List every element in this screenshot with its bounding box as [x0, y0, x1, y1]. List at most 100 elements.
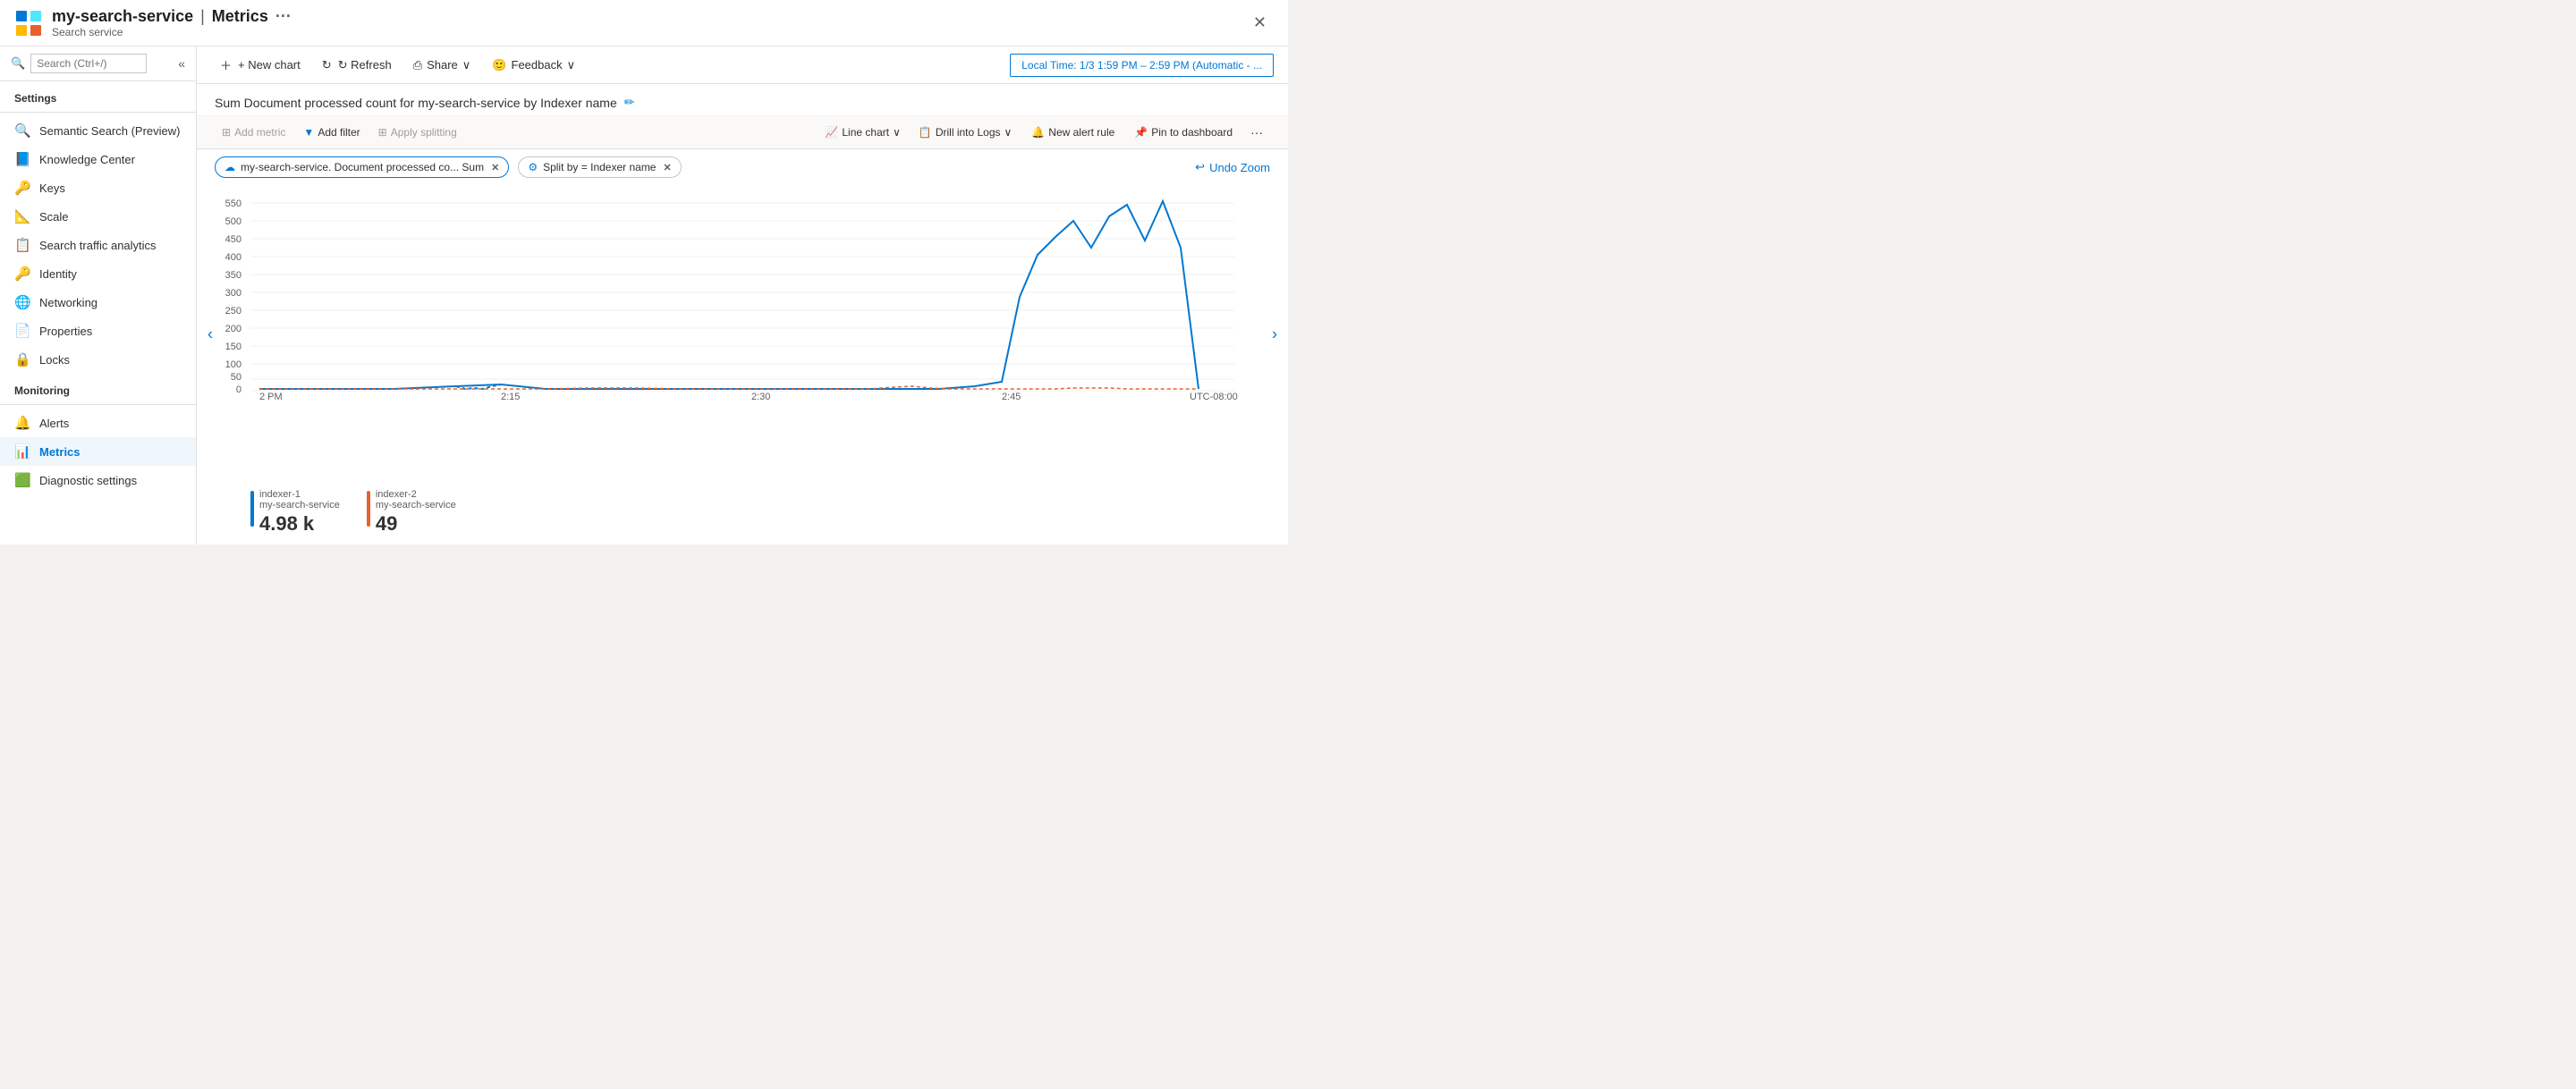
sidebar-item-identity[interactable]: 🔑 Identity	[0, 259, 196, 288]
refresh-button[interactable]: ↻ ↻ Refresh	[313, 54, 401, 77]
split-chip[interactable]: ⚙ Split by = Indexer name ✕	[518, 156, 681, 178]
apply-splitting-label: Apply splitting	[391, 126, 457, 139]
sidebar-item-label: Search traffic analytics	[39, 239, 157, 252]
more-chart-options-button[interactable]: ···	[1243, 122, 1270, 143]
new-chart-button[interactable]: ＋ + New chart	[211, 52, 309, 78]
refresh-label: ↻ Refresh	[338, 58, 392, 72]
chart-area: ‹ › 550 500 450 400 350 300 250 200 150 …	[197, 185, 1288, 484]
sidebar-item-keys[interactable]: 🔑 Keys	[0, 173, 196, 202]
add-filter-button[interactable]: ▼ Add filter	[296, 122, 367, 142]
metric-chip[interactable]: ☁ my-search-service. Document processed …	[215, 156, 509, 178]
svg-text:300: 300	[225, 288, 242, 299]
app-icon	[14, 9, 43, 38]
svg-text:50: 50	[231, 372, 242, 383]
sidebar-item-label: Scale	[39, 210, 69, 224]
undo-zoom-button[interactable]: ↩ Undo Zoom	[1195, 160, 1270, 174]
chart-svg-container: 550 500 450 400 350 300 250 200 150 100 …	[197, 185, 1288, 484]
legend-title-indexer2: indexer-2	[376, 489, 456, 500]
legend-color-indexer2	[367, 491, 370, 527]
feedback-label: Feedback	[512, 58, 563, 72]
scale-icon: 📐	[14, 208, 30, 224]
line-chart-icon: 📈	[825, 126, 838, 139]
svg-text:0: 0	[236, 384, 242, 395]
sidebar-item-diagnostic[interactable]: 🟩 Diagnostic settings	[0, 466, 196, 494]
chart-type-button[interactable]: 📈 Line chart ∨	[818, 122, 907, 142]
legend-value-indexer1: 4.98 k	[259, 512, 340, 536]
chart-type-chevron-icon: ∨	[893, 126, 901, 139]
legend-text-indexer1: indexer-1 my-search-service 4.98 k	[259, 489, 340, 536]
chart-nav-right-button[interactable]: ›	[1265, 318, 1284, 351]
split-chip-close-icon[interactable]: ✕	[663, 162, 671, 173]
page-title: Metrics	[212, 7, 268, 26]
pin-icon: 📌	[1134, 126, 1148, 139]
feedback-icon: 🙂	[492, 58, 506, 72]
feedback-button[interactable]: 🙂 Feedback ∨	[483, 54, 584, 77]
title-left: my-search-service | Metrics ··· Search s…	[14, 7, 292, 38]
sidebar-item-label: Semantic Search (Preview)	[39, 124, 181, 138]
add-metric-label: Add metric	[234, 126, 285, 139]
add-filter-icon: ▼	[303, 126, 314, 139]
locks-icon: 🔒	[14, 351, 30, 367]
title-main: my-search-service | Metrics ···	[52, 7, 292, 26]
legend-text-indexer2: indexer-2 my-search-service 49	[376, 489, 456, 536]
service-name: my-search-service	[52, 7, 193, 26]
sidebar-item-label: Identity	[39, 267, 77, 281]
svg-text:2:30: 2:30	[751, 392, 770, 400]
sidebar-item-metrics[interactable]: 📊 Metrics	[0, 437, 196, 466]
drill-logs-icon: 📋	[919, 126, 932, 139]
new-alert-rule-button[interactable]: 🔔 New alert rule	[1022, 122, 1123, 142]
apply-splitting-icon: ⊞	[378, 126, 387, 139]
line-chart-svg: 550 500 450 400 350 300 250 200 150 100 …	[215, 194, 1252, 400]
legend-subtitle-indexer1: my-search-service	[259, 500, 340, 511]
add-metric-button[interactable]: ⊞ Add metric	[215, 122, 292, 142]
svg-text:250: 250	[225, 306, 242, 317]
metrics-right: 📈 Line chart ∨ 📋 Drill into Logs ∨ 🔔 New…	[818, 122, 1270, 143]
chart-edit-icon[interactable]: ✏	[624, 95, 635, 110]
sidebar-item-search-traffic[interactable]: 📋 Search traffic analytics	[0, 231, 196, 259]
sidebar-item-semantic-search[interactable]: 🔍 Semantic Search (Preview)	[0, 116, 196, 145]
sidebar-item-scale[interactable]: 📐 Scale	[0, 202, 196, 231]
settings-section: Settings 🔍 Semantic Search (Preview) 📘 K…	[0, 81, 196, 374]
service-subtitle: Search service	[52, 26, 292, 38]
sidebar-item-knowledge-center[interactable]: 📘 Knowledge Center	[0, 145, 196, 173]
sidebar-item-locks[interactable]: 🔒 Locks	[0, 345, 196, 374]
svg-text:2:45: 2:45	[1002, 392, 1021, 400]
search-icon: 🔍	[11, 56, 25, 71]
sidebar-search-container: 🔍 «	[0, 46, 196, 81]
keys-icon: 🔑	[14, 180, 30, 196]
more-options-icon: ···	[1250, 125, 1263, 139]
svg-text:400: 400	[225, 252, 242, 263]
search-input[interactable]	[30, 54, 147, 73]
close-button[interactable]: ✕	[1246, 10, 1274, 36]
svg-text:100: 100	[225, 359, 242, 370]
apply-splitting-button[interactable]: ⊞ Apply splitting	[371, 122, 464, 142]
metrics-icon: 📊	[14, 443, 30, 460]
sidebar-collapse-button[interactable]: «	[178, 56, 185, 71]
search-traffic-icon: 📋	[14, 237, 30, 253]
sidebar-item-alerts[interactable]: 🔔 Alerts	[0, 409, 196, 437]
svg-text:2 PM: 2 PM	[259, 392, 283, 400]
sidebar-item-label: Keys	[39, 182, 65, 195]
metric-chip-close-icon[interactable]: ✕	[491, 162, 499, 173]
content-area: ＋ + New chart ↻ ↻ Refresh ⎙ Share ∨ 🙂 Fe…	[197, 46, 1288, 544]
main-toolbar: ＋ + New chart ↻ ↻ Refresh ⎙ Share ∨ 🙂 Fe…	[197, 46, 1288, 84]
diagnostic-icon: 🟩	[14, 472, 30, 488]
sidebar-item-properties[interactable]: 📄 Properties	[0, 317, 196, 345]
legend-title-indexer1: indexer-1	[259, 489, 340, 500]
chart-title: Sum Document processed count for my-sear…	[215, 96, 617, 110]
metric-chip-icon: ☁	[225, 161, 235, 173]
share-button[interactable]: ⎙ Share ∨	[404, 54, 480, 77]
sidebar-item-networking[interactable]: 🌐 Networking	[0, 288, 196, 317]
pin-label: Pin to dashboard	[1151, 126, 1233, 139]
more-options-icon[interactable]: ···	[275, 7, 292, 26]
chart-nav-left-button[interactable]: ‹	[200, 318, 220, 351]
svg-text:350: 350	[225, 270, 242, 281]
drill-into-logs-button[interactable]: 📋 Drill into Logs ∨	[911, 122, 1019, 142]
share-label: Share	[427, 58, 458, 72]
pin-to-dashboard-button[interactable]: 📌 Pin to dashboard	[1127, 122, 1240, 142]
knowledge-center-icon: 📘	[14, 151, 30, 167]
settings-label: Settings	[0, 81, 196, 108]
metrics-toolbar: ⊞ Add metric ▼ Add filter ⊞ Apply splitt…	[197, 116, 1288, 149]
title-divider: |	[200, 7, 205, 26]
time-range-button[interactable]: Local Time: 1/3 1:59 PM – 2:59 PM (Autom…	[1010, 54, 1274, 77]
